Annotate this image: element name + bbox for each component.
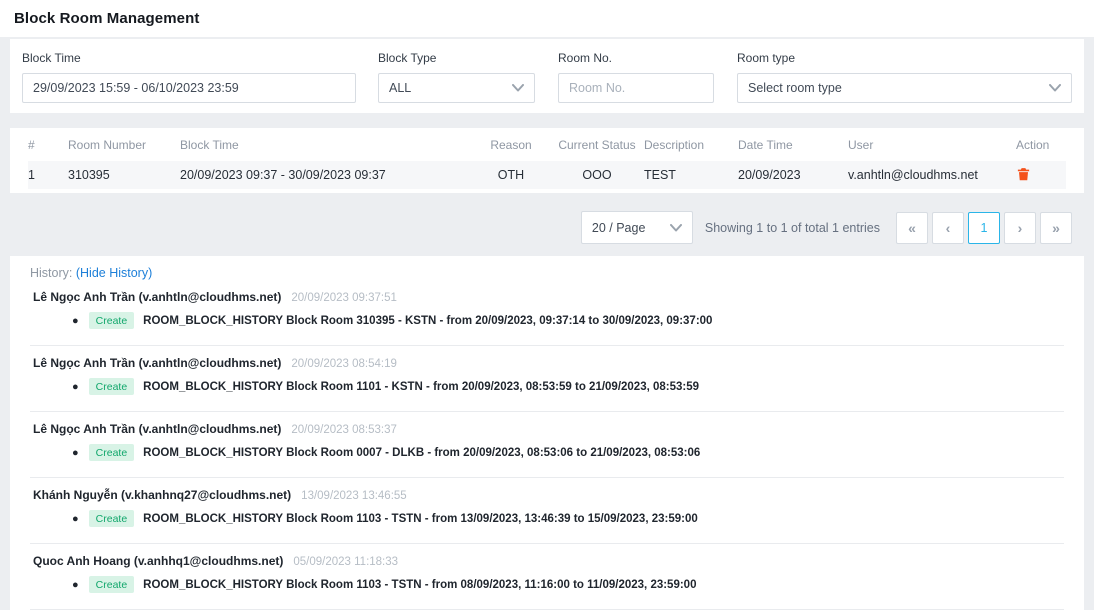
history-entry: Quoc Anh Hoang (v.anhhq1@cloudhms.net) 05… (30, 544, 1064, 610)
chevron-down-icon (670, 224, 682, 232)
history-entry-user: Quoc Anh Hoang (v.anhhq1@cloudhms.net) (33, 554, 283, 568)
col-reason: Reason (472, 138, 550, 152)
room-no-label: Room No. (558, 51, 714, 65)
cell-description: TEST (644, 168, 738, 182)
history-entry-header: Lê Ngọc Anh Trần (v.anhtln@cloudhms.net)… (33, 290, 1064, 306)
page-title: Block Room Management (14, 10, 199, 27)
chevron-down-icon (1049, 84, 1061, 92)
history-entry-header: Lê Ngọc Anh Trần (v.anhtln@cloudhms.net)… (33, 356, 1064, 372)
bullet-icon: ● (72, 381, 79, 393)
block-time-input[interactable]: 29/09/2023 15:59 - 06/10/2023 23:59 (22, 73, 356, 103)
bullet-icon: ● (72, 579, 79, 591)
create-badge: Create (89, 576, 135, 593)
table-row: 1 310395 20/09/2023 09:37 - 30/09/2023 0… (28, 161, 1066, 189)
last-page-button[interactable]: » (1040, 212, 1072, 244)
page-size-select[interactable]: 20 / Page (581, 211, 693, 244)
col-action: Action (1016, 138, 1066, 152)
next-page-button[interactable]: › (1004, 212, 1036, 244)
history-entry-timestamp: 20/09/2023 09:37:51 (291, 292, 397, 304)
filter-room-no: Room No. (558, 51, 714, 103)
history-entry-detail: ● Create ROOM_BLOCK_HISTORY Block Room 1… (33, 378, 1064, 395)
block-time-value: 29/09/2023 15:59 - 06/10/2023 23:59 (33, 81, 239, 95)
history-header: History: (Hide History) (30, 266, 1064, 280)
history-entry-message: ROOM_BLOCK_HISTORY Block Room 1103 - TST… (143, 579, 696, 591)
bullet-icon: ● (72, 315, 79, 327)
room-type-label: Room type (737, 51, 1072, 65)
cell-date-time: 20/09/2023 (738, 168, 848, 182)
history-entry-header: Quoc Anh Hoang (v.anhhq1@cloudhms.net) 05… (33, 554, 1064, 570)
col-block-time: Block Time (180, 138, 472, 152)
block-type-label: Block Type (378, 51, 535, 65)
block-type-select[interactable]: ALL (378, 73, 535, 103)
pagination-buttons: « ‹ 1 › » (896, 212, 1072, 244)
page-size-value: 20 / Page (592, 221, 646, 235)
history-entry-detail: ● Create ROOM_BLOCK_HISTORY Block Room 1… (33, 576, 1064, 593)
history-entry: Lê Ngọc Anh Trần (v.anhtln@cloudhms.net)… (30, 346, 1064, 412)
history-entry-message: ROOM_BLOCK_HISTORY Block Room 0007 - DLK… (143, 447, 700, 459)
room-type-select[interactable]: Select room type (737, 73, 1072, 103)
hide-history-link[interactable]: (Hide History) (76, 266, 152, 280)
history-entry-timestamp: 05/09/2023 11:18:33 (293, 556, 398, 568)
history-entry: Lê Ngọc Anh Trần (v.anhtln@cloudhms.net)… (30, 280, 1064, 346)
history-entry-timestamp: 13/09/2023 13:46:55 (301, 490, 407, 502)
history-entry-message: ROOM_BLOCK_HISTORY Block Room 310395 - K… (143, 315, 712, 327)
page-header: Block Room Management (0, 0, 1094, 37)
chevron-down-icon (512, 84, 524, 92)
col-index: # (28, 138, 68, 152)
room-type-value: Select room type (748, 81, 842, 95)
history-entry-detail: ● Create ROOM_BLOCK_HISTORY Block Room 3… (33, 312, 1064, 329)
pagination-summary: Showing 1 to 1 of total 1 entries (705, 221, 880, 235)
history-entry-user: Lê Ngọc Anh Trần (v.anhtln@cloudhms.net) (33, 290, 281, 304)
history-list: Lê Ngọc Anh Trần (v.anhtln@cloudhms.net)… (30, 280, 1064, 610)
cell-reason: OTH (472, 168, 550, 182)
filter-room-type: Room type Select room type (737, 51, 1072, 103)
create-badge: Create (89, 312, 135, 329)
block-time-label: Block Time (22, 51, 356, 65)
cell-current-status: OOO (550, 168, 644, 182)
filter-panel: Block Time 29/09/2023 15:59 - 06/10/2023… (10, 39, 1084, 113)
history-entry-message: ROOM_BLOCK_HISTORY Block Room 1101 - KST… (143, 381, 699, 393)
col-current-status: Current Status (550, 138, 644, 152)
col-room-number: Room Number (68, 138, 180, 152)
first-page-button[interactable]: « (896, 212, 928, 244)
block-type-value: ALL (389, 81, 411, 95)
history-entry-header: Lê Ngọc Anh Trần (v.anhtln@cloudhms.net)… (33, 422, 1064, 438)
cell-block-time: 20/09/2023 09:37 - 30/09/2023 09:37 (180, 168, 472, 182)
history-entry-timestamp: 20/09/2023 08:54:19 (291, 358, 397, 370)
bullet-icon: ● (72, 513, 79, 525)
cell-user: v.anhtln@cloudhms.net (848, 168, 1016, 182)
cell-room-number: 310395 (68, 168, 180, 182)
history-entry-user: Lê Ngọc Anh Trần (v.anhtln@cloudhms.net) (33, 422, 281, 436)
bullet-icon: ● (72, 447, 79, 459)
history-entry-user: Khánh Nguyễn (v.khanhnq27@cloudhms.net) (33, 488, 291, 502)
history-entry-detail: ● Create ROOM_BLOCK_HISTORY Block Room 1… (33, 510, 1064, 527)
col-date-time: Date Time (738, 138, 848, 152)
filter-block-time: Block Time 29/09/2023 15:59 - 06/10/2023… (22, 51, 356, 103)
history-entry: Khánh Nguyễn (v.khanhnq27@cloudhms.net) 1… (30, 478, 1064, 544)
history-entry-timestamp: 20/09/2023 08:53:37 (291, 424, 397, 436)
history-entry-user: Lê Ngọc Anh Trần (v.anhtln@cloudhms.net) (33, 356, 281, 370)
create-badge: Create (89, 444, 135, 461)
page-1-button[interactable]: 1 (968, 212, 1000, 244)
create-badge: Create (89, 510, 135, 527)
col-description: Description (644, 138, 738, 152)
room-no-input[interactable] (558, 73, 714, 103)
create-badge: Create (89, 378, 135, 395)
previous-page-button[interactable]: ‹ (932, 212, 964, 244)
pagination-bar: 20 / Page Showing 1 to 1 of total 1 entr… (10, 211, 1072, 244)
history-entry-detail: ● Create ROOM_BLOCK_HISTORY Block Room 0… (33, 444, 1064, 461)
table-header-row: # Room Number Block Time Reason Current … (28, 128, 1066, 161)
col-user: User (848, 138, 1016, 152)
block-room-table: # Room Number Block Time Reason Current … (10, 128, 1084, 193)
history-entry: Lê Ngọc Anh Trần (v.anhtln@cloudhms.net)… (30, 412, 1064, 478)
history-entry-message: ROOM_BLOCK_HISTORY Block Room 1103 - TST… (143, 513, 698, 525)
history-panel: History: (Hide History) Lê Ngọc Anh Trần… (10, 256, 1084, 610)
history-label: History: (30, 266, 72, 280)
cell-index: 1 (28, 168, 68, 182)
history-entry-header: Khánh Nguyễn (v.khanhnq27@cloudhms.net) 1… (33, 488, 1064, 504)
filter-block-type: Block Type ALL (378, 51, 535, 103)
delete-trash-icon[interactable] (1016, 166, 1031, 182)
